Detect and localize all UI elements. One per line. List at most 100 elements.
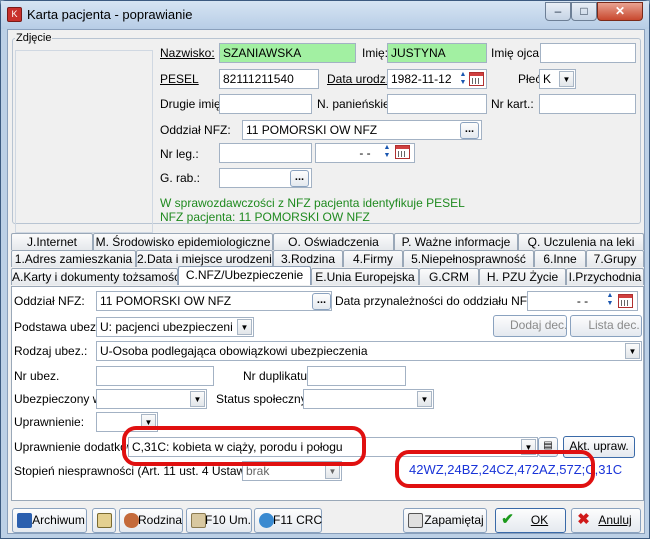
chevron-down-icon[interactable]: ▼ (190, 391, 205, 407)
app-icon: K (7, 7, 22, 22)
oddzial-nfz-field[interactable]: 11 POMORSKI OW NFZ (242, 120, 482, 140)
lista-dec-button[interactable]: Lista dec. (570, 315, 642, 337)
rodzaj-select[interactable]: U-Osoba podlegająca obowiązkowi ubezpiec… (96, 341, 642, 361)
zapamietaj-button[interactable]: Zapamiętaj (403, 508, 487, 533)
tab-crm[interactable]: G.CRM (419, 268, 479, 285)
tab-internet[interactable]: J.Internet (11, 233, 93, 250)
data-urodz-spin-icon[interactable]: ▲ ▼ (458, 71, 468, 89)
nazwisko-panienskie-field[interactable] (387, 94, 487, 114)
tab-pzu-zycie[interactable]: H. PZU Życie (479, 268, 566, 285)
data-przynaleznosci-spin-icon[interactable]: ▲ ▼ (605, 292, 615, 310)
window-title: Karta pacjenta - poprawianie (27, 7, 193, 22)
tab-inne[interactable]: 6.Inne (534, 250, 586, 267)
plec-select[interactable]: K ▼ (539, 69, 576, 89)
pesel-label: PESEL (160, 72, 199, 86)
oddzial-label: Oddział NFZ: (14, 294, 85, 308)
nfz-tab-panel: Oddział NFZ: 11 POMORSKI OW NFZ ... Data… (11, 286, 644, 501)
archiwum-button[interactable]: Archiwum (12, 508, 87, 533)
drugie-imie-label: Drugie imię: (160, 97, 225, 111)
oddzial-value: 11 POMORSKI OW NFZ (100, 294, 232, 308)
rodzaj-value: U-Osoba podlegająca obowiązkowi ubezpiec… (100, 344, 368, 358)
pesel-info-text: W sprawozdawczości z NFZ pacjenta identy… (160, 196, 465, 210)
stopien-value: brak (246, 464, 270, 478)
tab-niepelnosprawnosc[interactable]: 5.Niepełnosprawność (403, 250, 534, 267)
rodzina-button[interactable]: Rodzina (119, 508, 183, 533)
podstawa-label: Podstawa ubez. (14, 320, 100, 334)
tab-grupy[interactable]: 7.Grupy (586, 250, 644, 267)
tab-karty-dokumenty[interactable]: A.Karty i dokumenty tożsamości (11, 268, 178, 285)
tab-nfz-ubezpieczenie[interactable]: C.NFZ/Ubezpieczenie (178, 266, 311, 285)
archiwum-label: Archiwum (32, 513, 85, 527)
client-area: Zdjęcie Nazwisko: SZANIAWSKA Imię: JUSTY… (7, 29, 645, 534)
g-rab-label: G. rab.: (160, 171, 201, 185)
ubezpieczony-label: Ubezpieczony w: (14, 392, 105, 406)
ok-label: OK (530, 513, 549, 527)
edit-note-button[interactable] (92, 508, 116, 533)
chevron-down-icon[interactable]: ▼ (559, 71, 574, 87)
tab-przychodnia[interactable]: I.Przychodnia (566, 268, 644, 285)
nr-duplikatu-field[interactable] (307, 366, 406, 386)
minimize-button[interactable]: – (545, 2, 571, 21)
tab-data-urodzenia[interactable]: 2.Data i miejsce urodzenia (136, 250, 273, 267)
calendar-icon[interactable] (618, 294, 633, 308)
f11-label: F11 CRC (273, 513, 323, 527)
g-rab-browse-button[interactable]: ... (290, 170, 309, 187)
tab-oswiadczenia[interactable]: O. Oświadczenia (273, 233, 394, 250)
tab-uczulenia[interactable]: Q. Uczulenia na leki (518, 233, 644, 250)
data-urodz-value: 1982-11-12 (391, 72, 452, 86)
status-select[interactable]: ▼ (303, 389, 434, 409)
nr-leg-spin-icon[interactable]: ▲ ▼ (382, 144, 392, 162)
uprawnienie-label: Uprawnienie: (14, 415, 85, 429)
imie-label: Imię: (362, 46, 389, 60)
chevron-down-icon[interactable]: ▼ (417, 391, 432, 407)
oddzial-nfz-browse-button[interactable]: ... (460, 122, 479, 139)
nr-leg-label: Nr leg.: (160, 147, 199, 161)
cancel-x-icon: ✖ (577, 511, 590, 528)
podstawa-select[interactable]: U: pacjenci ubezpieczeni ▼ (96, 317, 254, 337)
dodaj-dec-label: Dodaj dec. (510, 318, 568, 332)
tab-rodzina[interactable]: 3.Rodzina (273, 250, 343, 267)
oddzial-browse-button[interactable]: ... (312, 293, 331, 310)
tab-srodowisko[interactable]: M. Środowisko epidemiologiczne (93, 233, 273, 250)
tab-wazne-informacje[interactable]: P. Ważne informacje (394, 233, 518, 250)
nazwisko-label: Nazwisko: (160, 46, 215, 60)
keyboard-icon (408, 513, 423, 528)
tab-unia-europejska[interactable]: E.Unia Europejska (311, 268, 419, 285)
oddzial-nfz-value: 11 POMORSKI OW NFZ (246, 123, 378, 137)
stopien-niesprawnosci-label: Stopień niesprawności (Art. 11 ust. 4 Us… (14, 464, 259, 478)
imie-ojca-label: Imię ojca: (491, 46, 543, 60)
imie-ojca-field[interactable] (540, 43, 636, 63)
data-urodz-label: Data urodz.: (327, 72, 393, 86)
ubezpieczony-select[interactable]: ▼ (96, 389, 207, 409)
photo-box[interactable] (15, 50, 153, 233)
edit-note-icon (97, 513, 112, 528)
tab-adres[interactable]: 1.Adres zamieszkania (11, 250, 136, 267)
pesel-field[interactable]: 82111211540 (219, 69, 319, 89)
tab-firmy[interactable]: 4.Firmy (343, 250, 403, 267)
f10-um-button[interactable]: F10 Um. (186, 508, 252, 533)
title-bar[interactable]: K Karta pacjenta - poprawianie – □ ✕ (1, 1, 649, 29)
chevron-down-icon[interactable]: ▼ (237, 319, 252, 335)
chevron-down-icon[interactable]: ▼ (625, 343, 640, 359)
nr-leg-field[interactable] (219, 143, 312, 163)
nazwisko-panienskie-label: N. panieńskie: (317, 97, 394, 111)
dodaj-dec-button[interactable]: Dodaj dec. (493, 315, 567, 337)
drugie-imie-field[interactable] (219, 94, 312, 114)
nazwisko-field[interactable]: SZANIAWSKA (219, 43, 356, 63)
nr-karty-field[interactable] (539, 94, 636, 114)
maximize-button[interactable]: □ (571, 2, 597, 21)
anuluj-button[interactable]: ✖ Anuluj (571, 508, 641, 533)
calendar-icon[interactable] (395, 145, 410, 159)
lista-dec-label: Lista dec. (588, 318, 640, 332)
close-button[interactable]: ✕ (597, 2, 643, 21)
calendar-icon[interactable] (469, 72, 484, 86)
data-przynaleznosci-label: Data przynależności do oddziału NFZ: (335, 294, 538, 308)
f11-crc-button[interactable]: F11 CRC (254, 508, 322, 533)
imie-field[interactable]: JUSTYNA (387, 43, 487, 63)
highlight-oval (122, 426, 366, 466)
nr-ubez-field[interactable] (96, 366, 214, 386)
ok-button[interactable]: ✔ OK (495, 508, 566, 533)
checkmark-icon: ✔ (501, 511, 514, 528)
zapamietaj-label: Zapamiętaj (424, 513, 484, 527)
oddzial-field[interactable]: 11 POMORSKI OW NFZ (96, 291, 332, 311)
